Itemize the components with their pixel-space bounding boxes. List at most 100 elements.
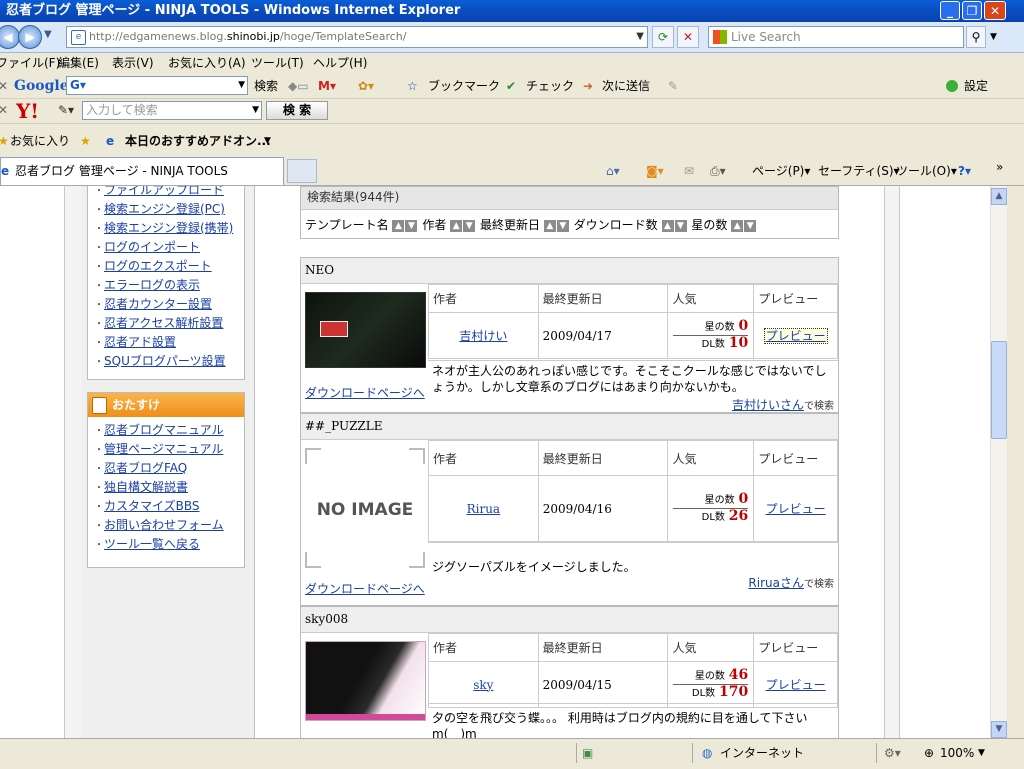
address-dropdown-icon[interactable]: ▼ [636,27,644,47]
menu-help[interactable]: ヘルプ(H) [313,53,367,74]
close-button[interactable]: ✕ [984,1,1006,20]
sidebar-link[interactable]: カスタマイズBBS [104,499,200,513]
sidebar-item-ad[interactable]: 忍者アド設置 [94,333,244,352]
tools-menu[interactable]: ツール(O)▾ [896,159,957,183]
rss-icon[interactable]: ◙▾ [646,159,664,183]
preview-link[interactable]: プレビュー [763,328,828,344]
page-menu[interactable]: ページ(P)▾ [752,159,810,183]
sidebar-link[interactable]: ログのインポート [104,240,200,254]
sort-desc-icon[interactable]: ▼ [405,219,418,232]
sidebar-item-back-to-tools[interactable]: ツール一覧へ戻る [94,535,244,554]
sidebar-link[interactable]: ファイルアップロード [104,186,224,197]
live-search-input[interactable]: Live Search [708,26,964,48]
template-thumbnail[interactable] [305,292,426,368]
sidebar-link[interactable]: 忍者カウンター設置 [104,297,212,311]
sort-desc-icon[interactable]: ▼ [556,219,569,232]
sidebar-item-contact[interactable]: お問い合わせフォーム [94,516,244,535]
download-page-link[interactable]: ダウンロードページへ [305,580,425,597]
sidebar-link[interactable]: 検索エンジン登録(PC) [104,202,225,216]
settings-button[interactable]: 設定 [964,74,988,98]
chevron-more-icon[interactable]: » [996,155,1003,179]
author-link[interactable]: 吉村けい [459,329,507,343]
template-thumbnail[interactable] [305,641,426,721]
sidebar-link[interactable]: 独自構文解説書 [104,480,188,494]
sidebar-item-log-import[interactable]: ログのインポート [94,238,244,257]
sidebar-item-squ-parts[interactable]: SQUブログパーツ設置 [94,352,244,371]
sort-asc-icon[interactable]: ▲ [731,219,744,232]
menu-file[interactable]: ファイル(F) [0,53,60,74]
sidebar-item-blog-manual[interactable]: 忍者ブログマニュアル [94,421,244,440]
send-to-button[interactable]: 次に送信 [602,74,650,98]
gmail-icon[interactable]: M▾ [318,74,336,98]
tab-active[interactable]: e 忍者ブログ 管理ページ - NINJA TOOLS [0,157,284,185]
yahoo-search-button[interactable]: 検 索 [266,101,328,120]
sidebar-link[interactable]: 忍者アド設置 [104,335,176,349]
google-search-input[interactable]: G▾ ▼ [66,76,248,95]
highlight-icon[interactable]: ✎ [668,74,678,98]
pen-icon[interactable]: ✎▾ [58,103,74,117]
recent-pages-dropdown-icon[interactable]: ▼ [44,29,52,40]
sidebar-link[interactable]: エラーログの表示 [104,278,200,292]
check-button[interactable]: チェック [526,74,574,98]
minimize-button[interactable]: _ [940,1,960,20]
sort-asc-icon[interactable]: ▲ [392,219,405,232]
add-favorite-icon[interactable]: ★ [80,127,91,155]
sort-desc-icon[interactable]: ▼ [674,219,687,232]
back-button[interactable]: ◀ [0,25,20,49]
address-bar[interactable]: e http://edgamenews.blog.shinobi.jp/hoge… [66,26,648,48]
refresh-icon[interactable]: ⟳ [652,26,674,48]
sidebar-link[interactable]: お問い合わせフォーム [104,518,224,532]
yahoo-search-input[interactable]: 入力して検索 ▼ [82,101,262,120]
sidebar-item-search-mobile[interactable]: 検索エンジン登録(携帯) [94,219,244,238]
download-page-link[interactable]: ダウンロードページへ [305,384,425,401]
preview-link[interactable]: プレビュー [766,502,826,516]
preview-link[interactable]: プレビュー [766,678,826,692]
menu-tools[interactable]: ツール(T) [251,53,304,74]
gadget-icon[interactable]: ✿▾ [358,74,374,98]
sidebar-item-admin-manual[interactable]: 管理ページマニュアル [94,440,244,459]
search-icon[interactable]: ⚲ [966,26,986,48]
zoom-dropdown-icon[interactable]: ▼ [978,739,985,767]
sidebar-link[interactable]: 忍者アクセス解析設置 [104,316,223,330]
scroll-up-icon[interactable]: ▲ [991,188,1007,205]
menu-edit[interactable]: 編集(E) [58,53,99,74]
menu-view[interactable]: 表示(V) [112,53,154,74]
sidebar-item-bbs[interactable]: カスタマイズBBS [94,497,244,516]
print-icon[interactable]: ⎙▾ [710,159,726,183]
forward-button[interactable]: ▶ [18,25,42,49]
sort-desc-icon[interactable]: ▼ [744,219,757,232]
menu-favorites[interactable]: お気に入り(A) [168,53,246,74]
sidebar-item-error-log[interactable]: エラーログの表示 [94,276,244,295]
sidebar-link[interactable]: 管理ページマニュアル [104,442,223,456]
scroll-down-icon[interactable]: ▼ [991,721,1007,738]
sidebar-item-counter[interactable]: 忍者カウンター設置 [94,295,244,314]
google-extra-icons[interactable]: ◆▭ [288,74,309,98]
addons-link[interactable]: 本日のおすすめアドオン... [125,127,271,155]
yahoo-dropdown-icon[interactable]: ▼ [252,102,259,119]
sidebar-item-analytics[interactable]: 忍者アクセス解析設置 [94,314,244,333]
author-link[interactable]: sky [473,678,493,692]
no-image-thumbnail[interactable]: NO IMAGE [305,444,425,568]
sidebar-link[interactable]: ツール一覧へ戻る [104,537,200,551]
scroll-thumb[interactable] [991,341,1007,439]
sort-desc-icon[interactable]: ▼ [463,219,476,232]
sidebar-item-faq[interactable]: 忍者ブログFAQ [94,459,244,478]
sidebar-item-syntax[interactable]: 独自構文解説書 [94,478,244,497]
addons-dropdown-icon[interactable]: ▼ [264,127,271,155]
sort-asc-icon[interactable]: ▲ [661,219,674,232]
sidebar-item-file-upload[interactable]: ファイルアップロード [94,186,244,200]
google-search-button[interactable]: 検索 [254,74,278,98]
sidebar-item-log-export[interactable]: ログのエクスポート [94,257,244,276]
search-options-icon[interactable]: ▼ [990,32,997,42]
author-search-link[interactable]: Riruaさん [748,576,804,590]
sidebar-link[interactable]: 検索エンジン登録(携帯) [104,221,233,235]
safety-menu[interactable]: セーフティ(S)▾ [818,159,900,183]
favorites-button[interactable]: お気に入り [10,127,70,155]
bookmark-button[interactable]: ブックマーク [428,74,500,98]
sidebar-item-search-pc[interactable]: 検索エンジン登録(PC) [94,200,244,219]
sidebar-link[interactable]: 忍者ブログマニュアル [104,423,224,437]
security-zone[interactable]: インターネット [720,739,804,767]
stop-icon[interactable]: ✕ [677,26,699,48]
sidebar-link[interactable]: SQUブログパーツ設置 [104,354,226,368]
vertical-scrollbar[interactable]: ▲ ▼ [990,186,1008,738]
